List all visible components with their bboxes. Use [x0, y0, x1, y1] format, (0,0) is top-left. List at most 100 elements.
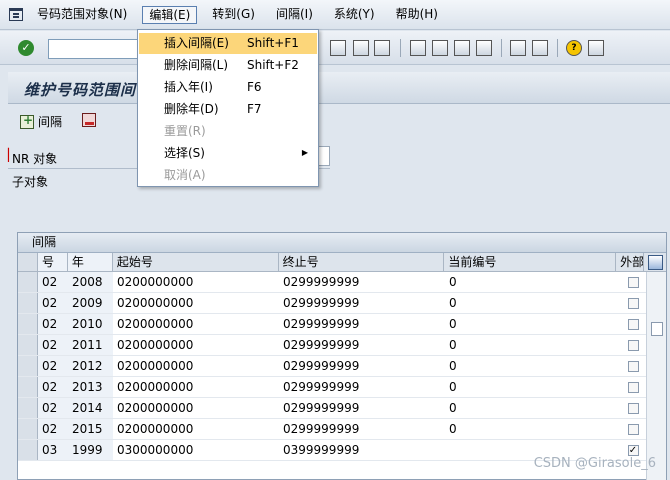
header-no[interactable]: 号 — [37, 253, 68, 271]
system-menu-icon[interactable] — [9, 8, 23, 21]
menu-item-0[interactable]: 插入间隔(E) Shift+F1 — [139, 33, 317, 54]
header-current-number[interactable]: 当前编号 — [444, 253, 617, 271]
cell-end-number[interactable]: 0299999999 — [279, 335, 445, 355]
menu-edit[interactable]: 编辑(E) — [142, 5, 198, 24]
cell-external — [617, 314, 645, 334]
cell-current-number[interactable]: 0 — [445, 272, 617, 292]
find-icon[interactable] — [353, 40, 369, 56]
cell-start-number[interactable]: 0200000000 — [113, 314, 279, 334]
cell-no: 02 — [38, 377, 68, 397]
find-next-icon[interactable] — [374, 40, 390, 56]
row-selector[interactable] — [18, 335, 38, 355]
external-checkbox[interactable] — [627, 318, 639, 330]
new-session-icon[interactable] — [510, 40, 526, 56]
table-row[interactable]: 02 2011 0200000000 0299999999 0 — [18, 335, 666, 356]
external-checkbox[interactable] — [627, 276, 639, 288]
menu-goto[interactable]: 转到(G) — [206, 6, 261, 24]
delete-interval-icon[interactable] — [82, 113, 96, 127]
external-checkbox[interactable] — [627, 297, 639, 309]
external-checkbox[interactable]: ✓ — [627, 444, 639, 456]
cell-end-number[interactable]: 0299999999 — [279, 377, 445, 397]
menu-interval[interactable]: 间隔(I) — [270, 6, 319, 24]
help-icon[interactable]: ? — [566, 40, 582, 56]
table-row[interactable]: 02 2008 0200000000 0299999999 0 — [18, 272, 666, 293]
external-checkbox[interactable] — [627, 423, 639, 435]
shortcut-icon[interactable] — [532, 40, 548, 56]
command-field[interactable] — [48, 39, 138, 59]
row-selector[interactable] — [18, 314, 38, 334]
cell-start-number[interactable]: 0200000000 — [113, 293, 279, 313]
menu-number-range-object[interactable]: 号码范围对象(N) — [31, 6, 133, 24]
row-selector[interactable] — [18, 272, 38, 292]
cell-start-number[interactable]: 0200000000 — [113, 377, 279, 397]
cell-start-number[interactable]: 0200000000 — [113, 419, 279, 439]
enter-check-icon[interactable]: ✓ — [18, 40, 34, 56]
cell-external — [617, 377, 645, 397]
table-row[interactable]: 02 2009 0200000000 0299999999 0 — [18, 293, 666, 314]
select-all-cell[interactable] — [18, 253, 38, 271]
previous-page-icon[interactable] — [432, 40, 448, 56]
cell-start-number[interactable]: 0200000000 — [113, 356, 279, 376]
add-interval-button[interactable]: 间隔 — [20, 113, 62, 130]
cell-external — [617, 272, 645, 292]
layout-menu-icon[interactable] — [588, 40, 604, 56]
first-page-icon[interactable] — [410, 40, 426, 56]
cell-end-number[interactable]: 0299999999 — [279, 356, 445, 376]
next-page-icon[interactable] — [454, 40, 470, 56]
table-row[interactable]: 02 2014 0200000000 0299999999 0 — [18, 398, 666, 419]
menu-help[interactable]: 帮助(H) — [390, 6, 444, 24]
header-end-number[interactable]: 终止号 — [279, 253, 445, 271]
row-selector[interactable] — [18, 398, 38, 418]
header-year[interactable]: 年 — [67, 253, 113, 271]
cell-end-number[interactable]: 0299999999 — [279, 398, 445, 418]
menu-item-shortcut: Shift+F2 — [247, 58, 299, 72]
row-selector[interactable] — [18, 356, 38, 376]
row-selector[interactable] — [18, 377, 38, 397]
scrollbar-thumb[interactable] — [651, 322, 663, 336]
cell-current-number[interactable]: 0 — [445, 377, 617, 397]
watermark: CSDN @Girasole_6 — [533, 456, 656, 471]
cell-year: 2015 — [68, 419, 113, 439]
row-selector[interactable] — [18, 440, 38, 460]
cell-start-number[interactable]: 0300000000 — [113, 440, 279, 460]
cell-current-number[interactable]: 0 — [445, 419, 617, 439]
cell-start-number[interactable]: 0200000000 — [113, 335, 279, 355]
vertical-scrollbar[interactable] — [646, 272, 666, 480]
table-row[interactable]: 02 2013 0200000000 0299999999 0 — [18, 377, 666, 398]
menu-item-1[interactable]: 删除间隔(L) Shift+F2 — [139, 55, 317, 76]
external-checkbox[interactable] — [627, 402, 639, 414]
cell-end-number[interactable]: 0299999999 — [279, 293, 445, 313]
cell-current-number[interactable]: 0 — [445, 335, 617, 355]
external-checkbox[interactable] — [627, 381, 639, 393]
table-row[interactable]: 02 2015 0200000000 0299999999 0 — [18, 419, 666, 440]
submenu-arrow-icon: ▶ — [301, 148, 308, 157]
row-selector[interactable] — [18, 293, 38, 313]
last-page-icon[interactable] — [476, 40, 492, 56]
external-checkbox[interactable] — [627, 339, 639, 351]
cell-start-number[interactable]: 0200000000 — [113, 398, 279, 418]
cell-current-number[interactable]: 0 — [445, 314, 617, 334]
cell-end-number[interactable]: 0299999999 — [279, 314, 445, 334]
cell-start-number[interactable]: 0200000000 — [113, 272, 279, 292]
header-start-number[interactable]: 起始号 — [113, 253, 279, 271]
menu-item-label: 插入年(I) — [164, 80, 213, 94]
title-bar: 维护号码范围间 — [8, 72, 670, 104]
cell-current-number[interactable]: 0 — [445, 356, 617, 376]
menu-item-2[interactable]: 插入年(I) F6 — [139, 77, 317, 98]
table-settings-button[interactable] — [644, 253, 666, 271]
external-checkbox[interactable] — [627, 360, 639, 372]
row-selector[interactable] — [18, 419, 38, 439]
table-row[interactable]: 02 2012 0200000000 0299999999 0 — [18, 356, 666, 377]
menu-system[interactable]: 系统(Y) — [328, 6, 381, 24]
table-row[interactable]: 02 2010 0200000000 0299999999 0 — [18, 314, 666, 335]
header-external[interactable]: 外部 — [616, 253, 645, 271]
cell-end-number[interactable]: 0299999999 — [279, 272, 445, 292]
cell-end-number[interactable]: 0299999999 — [279, 419, 445, 439]
menu-item-3[interactable]: 删除年(D) F7 — [139, 99, 317, 120]
print-icon[interactable] — [330, 40, 346, 56]
cell-current-number[interactable]: 0 — [445, 293, 617, 313]
cell-current-number[interactable]: 0 — [445, 398, 617, 418]
cell-end-number[interactable]: 0399999999 — [279, 440, 445, 460]
menu-item-5[interactable]: 选择(S) ▶ — [139, 143, 317, 164]
menu-item-label: 删除年(D) — [164, 102, 219, 116]
